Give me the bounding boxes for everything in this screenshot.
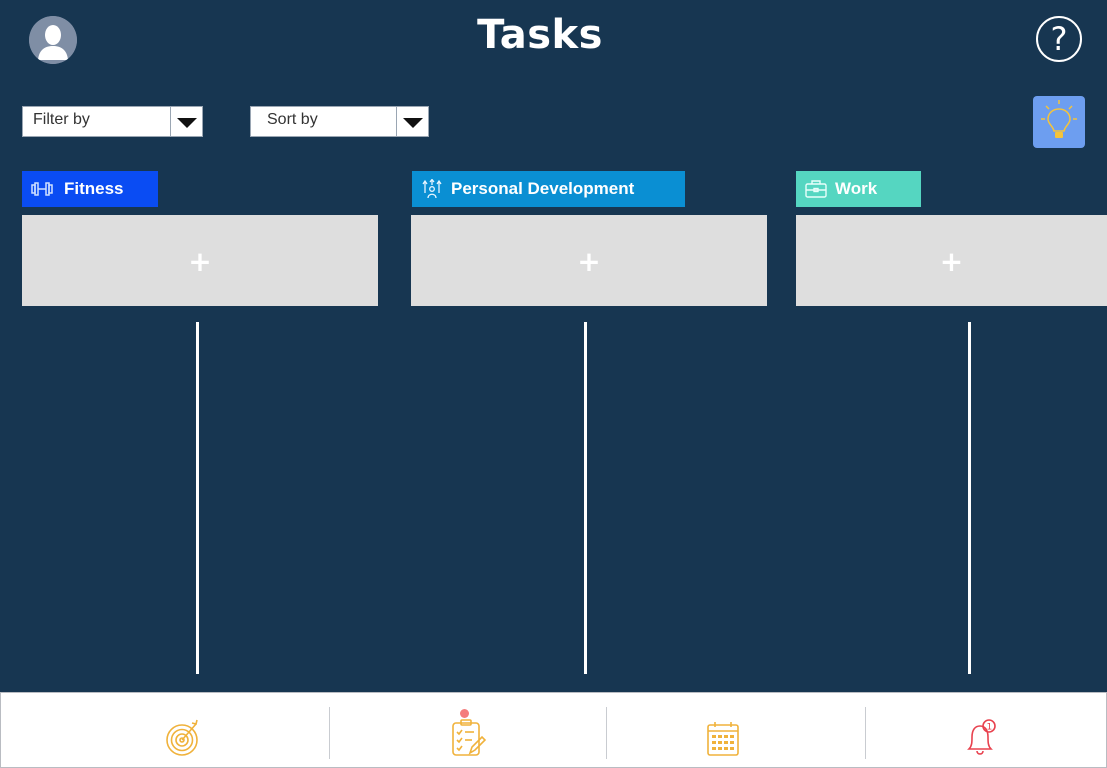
- notification-bell-icon: 1: [967, 719, 996, 755]
- tips-button[interactable]: [1033, 96, 1085, 148]
- target-icon: [166, 719, 198, 756]
- filter-label: Filter by: [33, 111, 90, 128]
- plus-icon: +: [577, 245, 601, 278]
- category-name: Personal Development: [451, 179, 635, 198]
- lightbulb-icon: [1041, 100, 1077, 138]
- column-divider: [196, 322, 199, 674]
- briefcase-icon: [805, 180, 827, 198]
- category-name: Work: [835, 179, 878, 198]
- nav-goals-button[interactable]: [163, 713, 203, 757]
- category-tag-work[interactable]: Work: [796, 171, 921, 207]
- add-task-button-work[interactable]: +: [796, 215, 1107, 306]
- sort-dropdown[interactable]: Sort by: [250, 106, 429, 137]
- nav-calendar-button[interactable]: [704, 713, 744, 757]
- page-title: Tasks: [477, 12, 603, 58]
- category-name: Fitness: [64, 179, 124, 198]
- category-tag-personal-development[interactable]: Personal Development: [412, 171, 685, 207]
- category-tag-fitness[interactable]: Fitness: [22, 171, 158, 207]
- filter-dropdown[interactable]: Filter by: [22, 106, 203, 137]
- task-checklist-icon: [452, 719, 487, 756]
- help-icon[interactable]: ?: [1036, 16, 1082, 62]
- nav-notifications-button[interactable]: 1: [961, 713, 1001, 757]
- chevron-down-icon[interactable]: [170, 107, 202, 136]
- dumbbell-icon: [31, 182, 53, 196]
- plus-icon: +: [188, 245, 212, 278]
- nav-tasks-button[interactable]: [448, 713, 488, 757]
- growth-person-icon: [422, 179, 442, 199]
- bottom-nav: 1: [0, 692, 1107, 768]
- chevron-down-icon[interactable]: [396, 107, 428, 136]
- add-task-button-personal-development[interactable]: +: [411, 215, 767, 306]
- column-divider: [968, 322, 971, 674]
- column-divider: [584, 322, 587, 674]
- nav-divider: [329, 707, 330, 759]
- add-task-button-fitness[interactable]: +: [22, 215, 378, 306]
- nav-divider: [865, 707, 866, 759]
- plus-icon: +: [939, 245, 964, 278]
- calendar-icon: [707, 722, 739, 756]
- nav-divider: [606, 707, 607, 759]
- sort-label: Sort by: [267, 111, 318, 128]
- notification-badge: 1: [987, 723, 993, 733]
